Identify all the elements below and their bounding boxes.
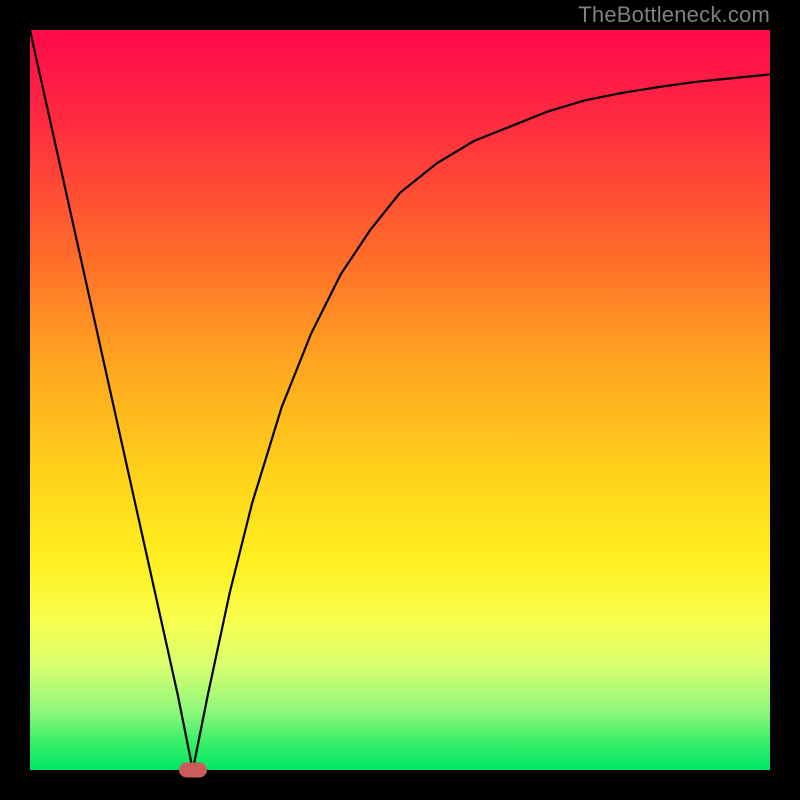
bottleneck-marker: [179, 763, 207, 778]
watermark-text: TheBottleneck.com: [578, 2, 770, 28]
chart-container: TheBottleneck.com: [0, 0, 800, 800]
plot-area: [30, 30, 770, 770]
bottleneck-curve: [30, 30, 770, 770]
